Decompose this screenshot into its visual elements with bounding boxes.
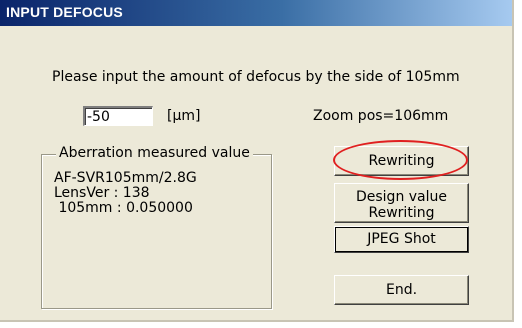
zoom-position-label: Zoom pos=106mm	[313, 108, 449, 124]
title-bar[interactable]: INPUT DEFOCUS	[0, 0, 512, 26]
rewriting-button[interactable]: Rewriting	[334, 146, 469, 176]
unit-label: [µm]	[167, 108, 201, 124]
design-value-label-line1: Design value	[355, 188, 448, 205]
input-defocus-dialog: INPUT DEFOCUS Please input the amount of…	[0, 0, 514, 322]
lens-model-text: AF-SVR105mm/2.8G	[54, 170, 197, 186]
instruction-text: Please input the amount of defocus by th…	[52, 69, 460, 85]
window-title: INPUT DEFOCUS	[6, 4, 123, 20]
defocus-input[interactable]	[83, 106, 153, 126]
measured-value-text: 105mm : 0.050000	[54, 200, 193, 216]
aberration-group-legend: Aberration measured value	[56, 145, 253, 161]
end-button[interactable]: End.	[334, 275, 469, 305]
jpeg-shot-button[interactable]: JPEG Shot	[334, 226, 469, 253]
lens-version-text: LensVer : 138	[54, 185, 150, 201]
design-value-label-line2: Rewriting	[368, 204, 435, 221]
design-value-rewriting-button[interactable]: Design value Rewriting	[334, 183, 469, 223]
